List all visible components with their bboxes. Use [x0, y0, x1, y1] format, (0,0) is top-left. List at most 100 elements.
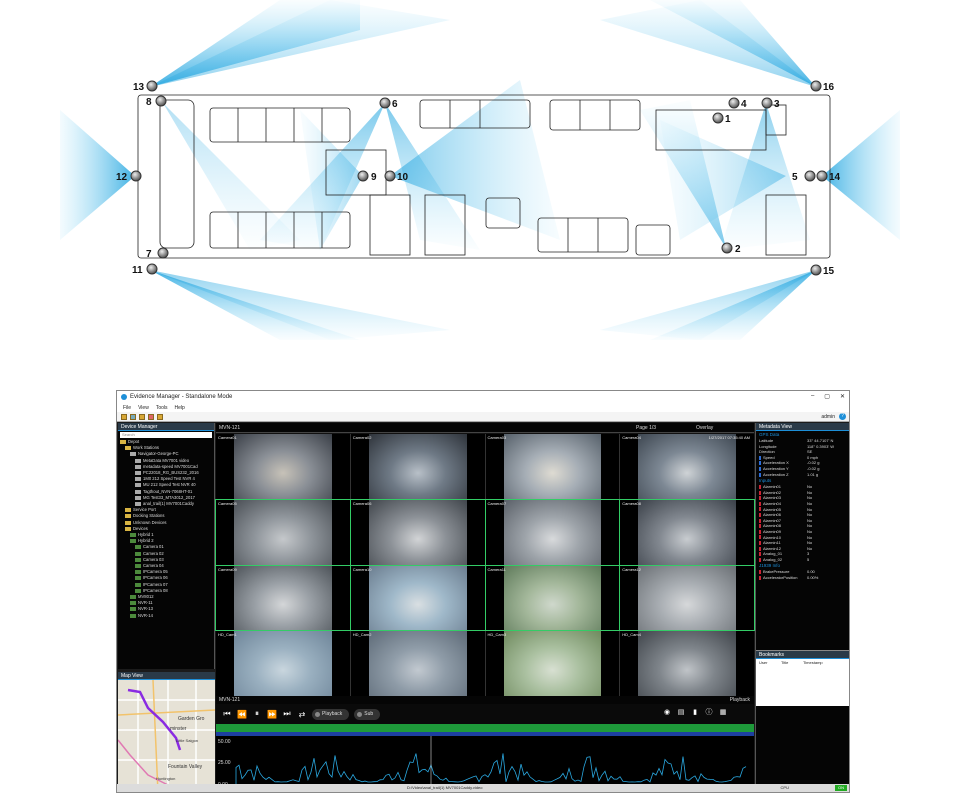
bookmark-icon[interactable]: ▮: [690, 708, 700, 718]
metadata-key: Direction: [759, 449, 775, 455]
camera-feed-image: [368, 434, 467, 499]
sub-stream-button[interactable]: Sub: [354, 708, 381, 720]
app-logo-icon: [121, 394, 127, 400]
j1939-list: BrakePressure 0.00 AcceleratorPosition 0.00…: [756, 569, 849, 581]
minimize-button[interactable]: –: [811, 393, 814, 400]
camera-tile[interactable]: Camera12: [619, 564, 755, 632]
menu-help[interactable]: Help: [175, 405, 185, 411]
settings-icon[interactable]: [157, 413, 163, 420]
status-color-bar: [759, 501, 761, 506]
export-clip-icon[interactable]: ▤: [676, 708, 686, 718]
edit-icon[interactable]: [148, 413, 154, 420]
snapshot-icon[interactable]: ◉: [662, 708, 672, 718]
inputs-section-title: Inputs: [759, 478, 772, 484]
bookmark-col-title[interactable]: Title: [781, 659, 803, 666]
camera-tile[interactable]: Camera02: [350, 434, 485, 499]
camera-feed-image: [234, 631, 332, 696]
tree-node-label: anal_trail(1) MV7001Caddy: [143, 501, 194, 507]
tree-node-label: PC22018_RG_BUS232_2016: [143, 470, 199, 476]
playback-button[interactable]: Playback: [312, 708, 350, 720]
import-icon[interactable]: [130, 413, 136, 420]
camera-tile[interactable]: Camera08: [619, 498, 755, 566]
metadata-value: 0.00%: [807, 575, 819, 581]
loop-button[interactable]: ⇄: [297, 710, 307, 719]
camera-tile[interactable]: Camera09: [215, 564, 351, 632]
map-label-fountain-valley: Fountain Valley: [168, 764, 203, 770]
info-icon[interactable]: ⓘ: [704, 708, 714, 718]
window-title: Evidence Manager - Standalone Mode: [130, 394, 233, 400]
camera-marker-11: 11: [132, 263, 158, 276]
overlay-toggle[interactable]: Overlay: [696, 425, 713, 431]
metadata-value: 5: [807, 556, 810, 562]
camera-marker-13: 13: [133, 80, 158, 93]
file-icon: [135, 464, 141, 469]
map-label-little-saigon: Little Saigon: [176, 738, 199, 743]
speed-wave-line: [235, 753, 747, 786]
menu-tools[interactable]: Tools: [156, 405, 168, 411]
camera-tile[interactable]: Camera06: [349, 498, 486, 566]
camera-tile[interactable]: Camera07: [484, 498, 621, 566]
camera-tile[interactable]: Camera11: [484, 564, 621, 632]
help-icon[interactable]: ?: [839, 413, 846, 420]
gps-section-title: GPS Data: [759, 432, 780, 437]
forward-button[interactable]: ⏩: [267, 710, 277, 719]
device-search-input[interactable]: Search: [120, 432, 212, 438]
tree-node-label: MG Test33_MTA3012_2017: [143, 494, 195, 500]
camera-tile[interactable]: HD_Cam2: [350, 631, 485, 696]
menu-view[interactable]: View: [138, 405, 149, 411]
folder-icon: [125, 508, 131, 513]
device-manager-panel: Device Manager Search Depot Work Stations…: [118, 423, 215, 669]
tree-node-label: Navigator-George-PC: [138, 451, 179, 457]
camera-tile[interactable]: Camera01: [216, 434, 350, 499]
bookmarks-header: Bookmarks: [756, 651, 849, 659]
svg-text:14: 14: [829, 172, 841, 183]
rewind-button[interactable]: ⏪: [237, 710, 247, 719]
bus-camera-diagram: 1 2 3 4 5 6 7 8 9 10 11 12 13 14 15 16: [60, 0, 900, 340]
menu-file[interactable]: File: [123, 405, 131, 411]
open-icon[interactable]: [121, 413, 127, 420]
camera-tile[interactable]: Camera04: [620, 434, 754, 499]
metadata-key: Alarmin04: [763, 500, 782, 506]
window-titlebar: Evidence Manager - Standalone Mode – ▢ ✕: [117, 391, 849, 403]
status-color-bar: [759, 546, 761, 551]
tree-node-label: Hybrid 2: [138, 538, 154, 544]
camera-tile[interactable]: Camera03: [485, 434, 620, 499]
layout-icon[interactable]: ▦: [718, 708, 728, 718]
camera-icon: [130, 539, 136, 544]
bookmark-col-user[interactable]: User: [759, 659, 781, 666]
camera-tile[interactable]: HD_Cam3: [485, 631, 620, 696]
status-color-bar: [759, 518, 761, 523]
bookmark-col-timestamp[interactable]: Timestamp: [803, 659, 825, 666]
metadata-key: Acceleration Y: [763, 465, 789, 471]
maximize-button[interactable]: ▢: [824, 393, 830, 400]
camera-tile-label: HD_Cam1: [218, 632, 237, 638]
camera-tile[interactable]: Camera10: [349, 564, 486, 632]
camera-tile-label: HD_Cam3: [487, 632, 507, 638]
skip-end-button[interactable]: ⏭: [282, 709, 292, 719]
close-button[interactable]: ✕: [840, 393, 845, 400]
skip-start-button[interactable]: ⏮: [222, 709, 232, 719]
svg-text:10: 10: [397, 172, 409, 183]
metadata-header: Metadata View: [756, 423, 849, 431]
tree-node-label: Work Stations: [133, 445, 159, 451]
camera-icon: [130, 594, 136, 599]
tree-node-label: Camera 02: [143, 550, 164, 556]
pause-button[interactable]: ⏸: [252, 709, 262, 719]
status-color-bar: [759, 461, 761, 466]
evidence-manager-window: Evidence Manager - Standalone Mode – ▢ ✕…: [116, 390, 850, 793]
camera-tile[interactable]: HD_Cam4: [620, 631, 754, 696]
camera-tile[interactable]: HD_Cam1: [216, 631, 350, 696]
camera-tile[interactable]: Camera05: [215, 498, 351, 566]
status-color-bar: [759, 576, 761, 580]
metadata-row: AcceleratorPosition 0.00%: [756, 575, 849, 581]
status-color-bar: [759, 507, 761, 512]
tree-node[interactable]: NVR-14: [120, 613, 214, 619]
device-tree: Depot Work Stations Navigator-George-PC Met…: [118, 439, 214, 619]
camera-marker-9: 9: [357, 170, 377, 183]
export-icon[interactable]: [139, 413, 145, 420]
metadata-key: Alarmin08: [763, 523, 782, 529]
timeline-track[interactable]: [216, 724, 754, 732]
tree-node-label: Unknown Devices: [133, 519, 167, 525]
status-color-bar: [759, 485, 761, 490]
map-canvas[interactable]: Garden Gro minster Little Saigon Fountai…: [118, 680, 215, 792]
